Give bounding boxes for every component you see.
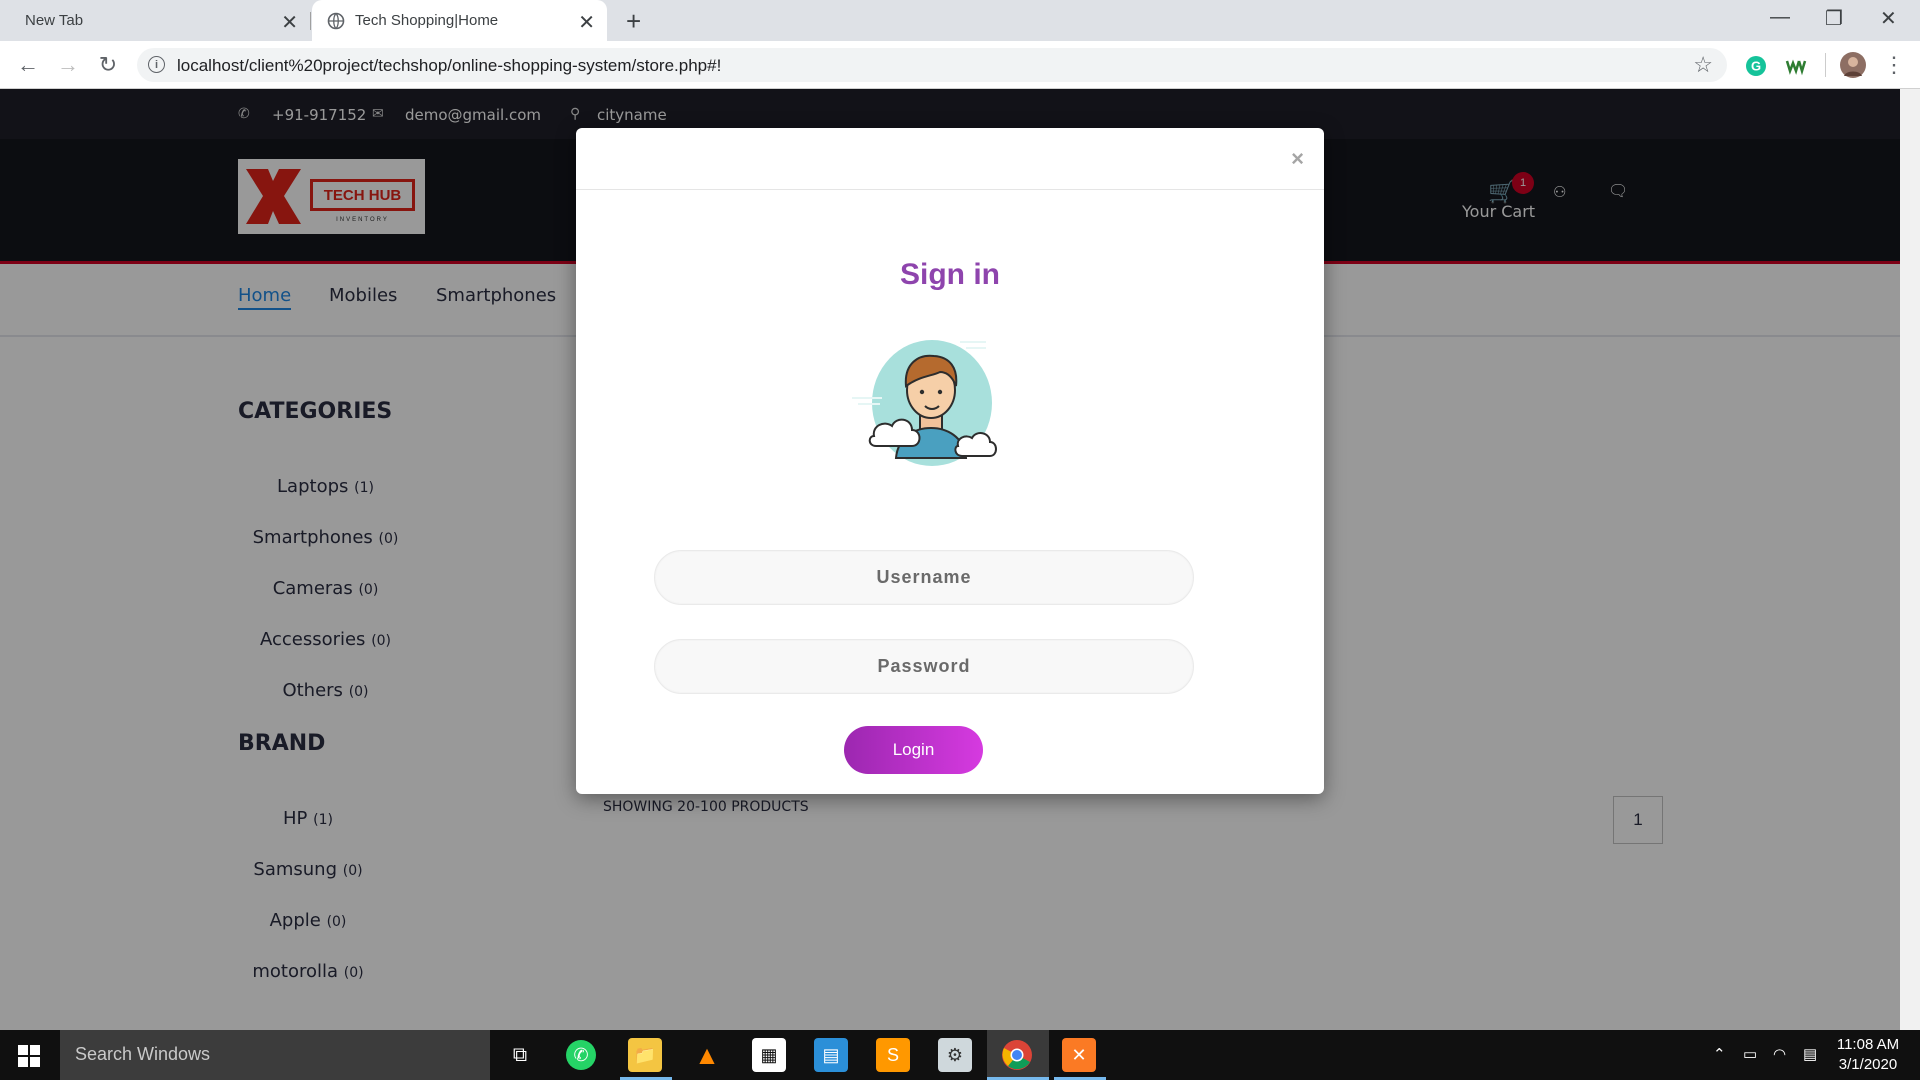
toolbar-divider bbox=[1825, 53, 1826, 77]
address-bar[interactable]: i localhost/client%20project/techshop/on… bbox=[137, 48, 1727, 82]
user-avatar-illustration bbox=[852, 340, 997, 466]
scrollbar[interactable] bbox=[1900, 89, 1920, 1030]
login-button[interactable]: Login bbox=[844, 726, 983, 774]
vlc-icon[interactable]: ▲ bbox=[690, 1038, 724, 1072]
whatsapp-icon[interactable]: ✆ bbox=[566, 1040, 596, 1070]
notification-icon[interactable]: ▤ bbox=[1803, 1045, 1817, 1063]
url-text[interactable]: localhost/client%20project/techshop/onli… bbox=[177, 56, 721, 76]
menu-kebab-icon[interactable]: ⋮ bbox=[1880, 51, 1908, 79]
signin-modal: × Sign in Login bbox=[576, 128, 1324, 794]
reload-icon[interactable]: ↻ bbox=[94, 51, 122, 79]
password-input[interactable] bbox=[654, 639, 1194, 694]
signin-title: Sign in bbox=[900, 258, 1000, 291]
taskbar-search[interactable]: Search Windows bbox=[60, 1030, 490, 1080]
svg-text:G: G bbox=[1751, 59, 1761, 74]
close-tab-icon[interactable]: ✕ bbox=[578, 10, 595, 35]
minimize-icon[interactable]: — bbox=[1770, 6, 1790, 29]
tab-title: Tech Shopping|Home bbox=[355, 12, 499, 29]
tray-chevron-up-icon[interactable]: ⌃ bbox=[1713, 1045, 1726, 1063]
sublime-text-icon[interactable]: S bbox=[876, 1038, 910, 1072]
forward-arrow-icon[interactable]: → bbox=[54, 51, 82, 79]
browser-toolbar: ← → ↻ i localhost/client%20project/techs… bbox=[0, 41, 1920, 89]
chrome-icon[interactable] bbox=[1000, 1038, 1034, 1072]
clock-date: 3/1/2020 bbox=[1838, 1056, 1898, 1073]
globe-icon bbox=[327, 12, 345, 29]
windows-start-icon[interactable] bbox=[18, 1045, 40, 1067]
modal-header: × bbox=[576, 128, 1324, 190]
tab-new-tab[interactable]: New Tab ✕ bbox=[0, 0, 310, 41]
grammarly-icon[interactable]: G bbox=[1745, 55, 1767, 77]
tab-tech-shopping[interactable]: Tech Shopping|Home ✕ bbox=[312, 0, 607, 41]
restore-icon[interactable]: ❐ bbox=[1825, 6, 1843, 31]
task-view-icon[interactable]: ⧉ bbox=[503, 1038, 537, 1072]
battery-icon[interactable]: ▭ bbox=[1743, 1045, 1757, 1063]
close-tab-icon[interactable]: ✕ bbox=[281, 10, 298, 35]
taskbar-search-placeholder[interactable]: Search Windows bbox=[75, 1044, 210, 1065]
profile-avatar[interactable] bbox=[1840, 52, 1866, 78]
wifi-icon[interactable]: ◠ bbox=[1773, 1045, 1786, 1063]
xampp-icon[interactable]: ✕ bbox=[1062, 1038, 1096, 1072]
store-icon[interactable]: ▦ bbox=[752, 1038, 786, 1072]
network-icon[interactable]: ⚙ bbox=[938, 1038, 972, 1072]
tab-title: New Tab bbox=[25, 12, 84, 29]
new-tab-button[interactable]: + bbox=[626, 6, 641, 37]
window-close-icon[interactable]: ✕ bbox=[1880, 6, 1897, 31]
back-arrow-icon[interactable]: ← bbox=[14, 51, 42, 79]
extension-icon[interactable] bbox=[1784, 55, 1808, 77]
file-explorer-icon[interactable]: 📁 bbox=[628, 1038, 662, 1072]
browser-tab-bar: New Tab ✕ Tech Shopping|Home ✕ + — ❐ ✕ bbox=[0, 0, 1920, 41]
modal-close-button[interactable]: × bbox=[1291, 146, 1304, 172]
tab-separator bbox=[310, 12, 311, 30]
control-panel-icon[interactable]: ▤ bbox=[814, 1038, 848, 1072]
bookmark-star-icon[interactable]: ☆ bbox=[1693, 52, 1713, 78]
windows-taskbar: Search Windows ⧉ ✆ 📁 ▲ ▦ ▤ S ⚙ ✕ ⌃ ▭ ◠ ▤… bbox=[0, 1030, 1920, 1080]
username-input[interactable] bbox=[654, 550, 1194, 605]
taskbar-clock[interactable]: 11:08 AM 3/1/2020 bbox=[1830, 1035, 1906, 1075]
clock-time: 11:08 AM bbox=[1836, 1036, 1900, 1053]
info-icon[interactable]: i bbox=[148, 56, 165, 73]
